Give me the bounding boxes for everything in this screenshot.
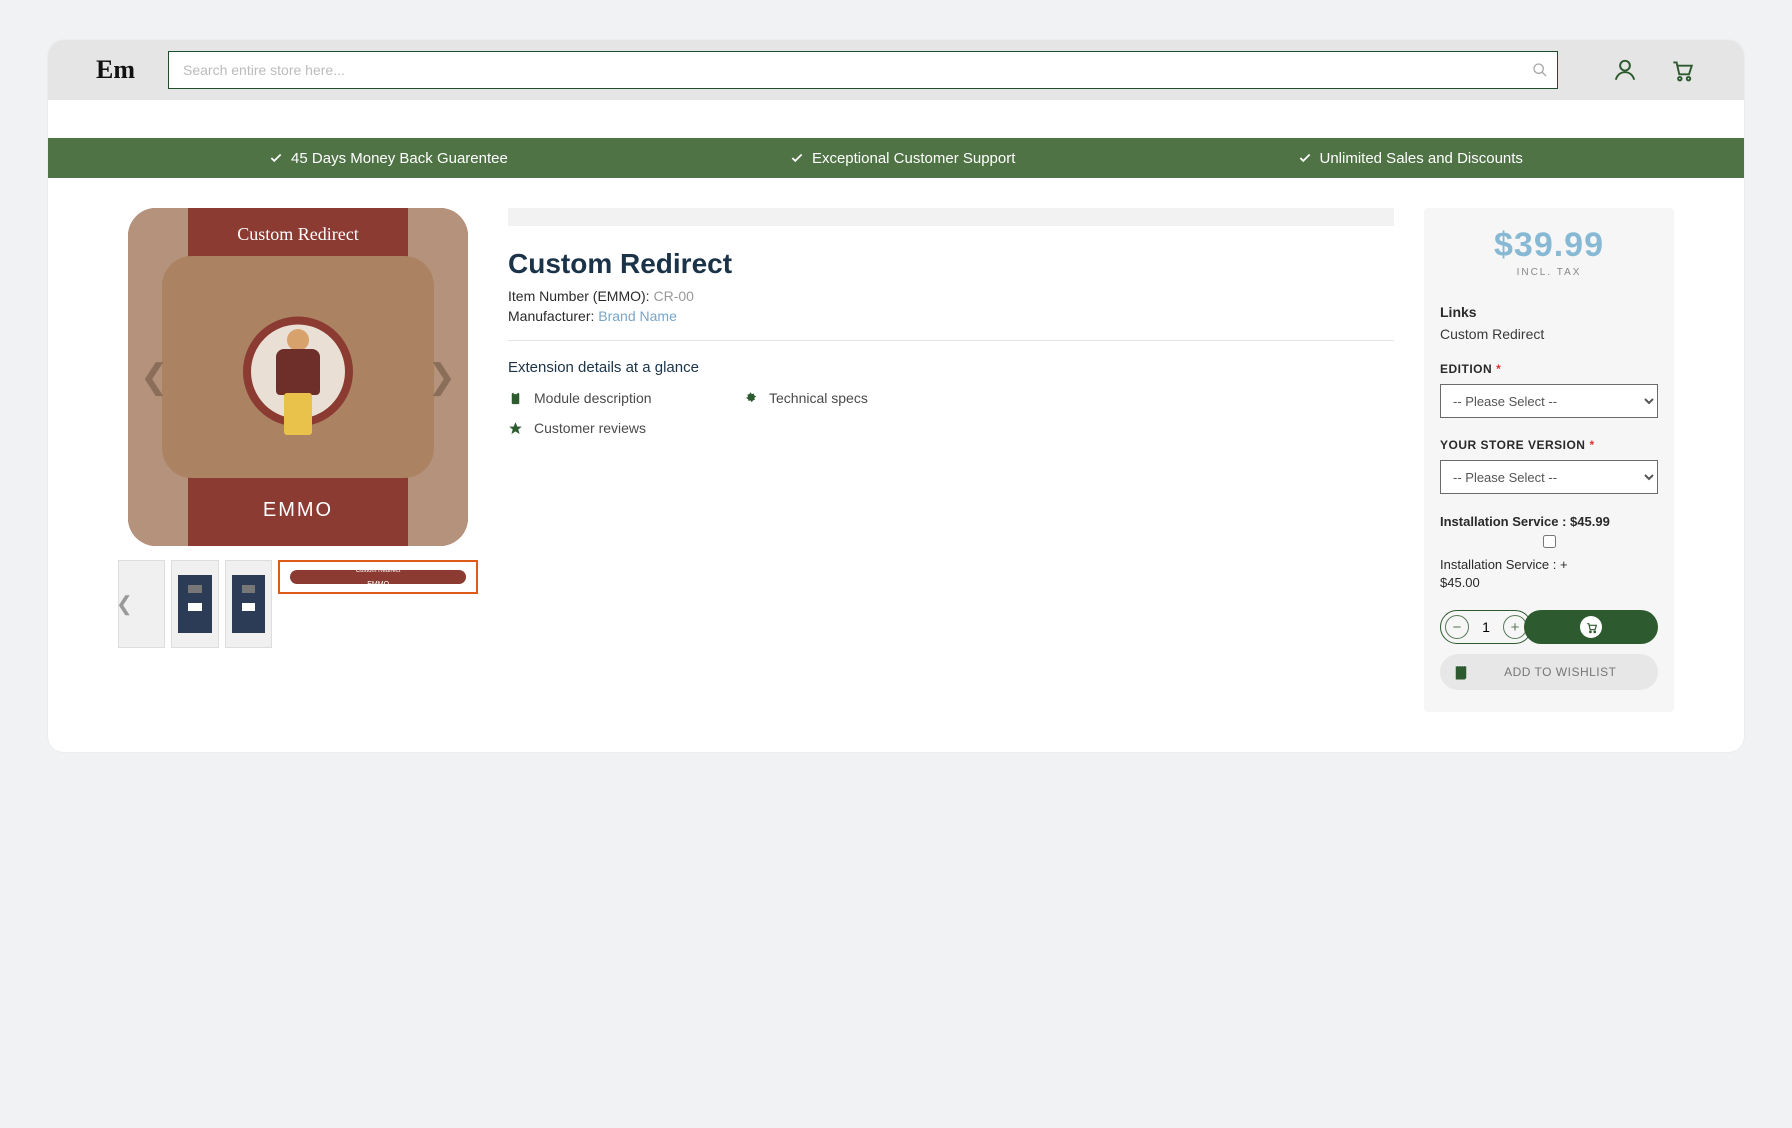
glance-grid: Module description Technical specs Custo… bbox=[508, 390, 948, 436]
search-icon[interactable] bbox=[1532, 62, 1548, 78]
benefit-text: Unlimited Sales and Discounts bbox=[1320, 150, 1523, 167]
item-number: Item Number (EMMO): CR-00 bbox=[508, 288, 1394, 304]
star-icon bbox=[508, 421, 524, 436]
glance-module[interactable]: Module description bbox=[508, 390, 713, 406]
benefit-text: Exceptional Customer Support bbox=[812, 150, 1015, 167]
image-footer-text: EMMO bbox=[128, 499, 468, 522]
glance-tech[interactable]: Technical specs bbox=[743, 390, 948, 406]
check-icon bbox=[269, 151, 283, 165]
benefit-item: Unlimited Sales and Discounts bbox=[1298, 150, 1523, 167]
gallery-prev-icon[interactable]: ❮ bbox=[140, 357, 169, 397]
links-value[interactable]: Custom Redirect bbox=[1440, 326, 1658, 342]
thumbnail-strip: ❮ Custom Redirect EMMO bbox=[118, 560, 478, 648]
links-label: Links bbox=[1440, 304, 1658, 320]
app-window: Em 45 Days Money Back Guarentee Exceptio… bbox=[48, 40, 1744, 752]
wishlist-label: ADD TO WISHLIST bbox=[1504, 665, 1616, 679]
main-content: Custom Redirect EMMO ❮ ❯ ❮ Custom Redire… bbox=[48, 178, 1744, 752]
glance-heading: Extension details at a glance bbox=[508, 359, 1394, 376]
nav-spacer bbox=[48, 100, 1744, 138]
thumbnail[interactable] bbox=[225, 560, 272, 648]
installation-heading: Installation Service : $45.99 bbox=[1440, 514, 1658, 529]
qty-cart-row: − + bbox=[1440, 610, 1658, 644]
thumbnail[interactable] bbox=[171, 560, 218, 648]
qty-minus-button[interactable]: − bbox=[1445, 615, 1469, 639]
info-column: Custom Redirect Item Number (EMMO): CR-0… bbox=[508, 208, 1394, 712]
glance-label: Customer reviews bbox=[534, 420, 646, 436]
store-version-select[interactable]: -- Please Select -- bbox=[1440, 460, 1658, 494]
tax-note: INCL. TAX bbox=[1440, 267, 1658, 278]
glance-label: Module description bbox=[534, 390, 652, 406]
divider bbox=[508, 340, 1394, 341]
search-input[interactable] bbox=[168, 51, 1558, 89]
benefits-bar: 45 Days Money Back Guarentee Exceptional… bbox=[48, 138, 1744, 178]
glance-reviews[interactable]: Customer reviews bbox=[508, 420, 713, 436]
benefit-item: Exceptional Customer Support bbox=[790, 150, 1015, 167]
site-logo: Em bbox=[96, 55, 144, 85]
gallery-next-icon[interactable]: ❯ bbox=[428, 357, 457, 397]
gallery-column: Custom Redirect EMMO ❮ ❯ ❮ Custom Redire… bbox=[118, 208, 478, 712]
check-icon bbox=[790, 151, 804, 165]
thumbnail-selected[interactable]: Custom Redirect EMMO bbox=[278, 560, 478, 594]
clipboard-icon bbox=[508, 391, 524, 406]
benefit-text: 45 Days Money Back Guarentee bbox=[291, 150, 508, 167]
purchase-box: $39.99 INCL. TAX Links Custom Redirect E… bbox=[1424, 208, 1674, 712]
wishlist-icon bbox=[1452, 663, 1474, 681]
add-to-wishlist-button[interactable]: ADD TO WISHLIST bbox=[1440, 654, 1658, 690]
price: $39.99 bbox=[1440, 226, 1658, 265]
benefit-item: 45 Days Money Back Guarentee bbox=[269, 150, 508, 167]
cart-icon[interactable] bbox=[1668, 57, 1696, 83]
image-title-text: Custom Redirect bbox=[128, 224, 468, 245]
product-image-main: Custom Redirect EMMO ❮ ❯ bbox=[128, 208, 468, 546]
header: Em bbox=[48, 40, 1744, 100]
cart-icon bbox=[1580, 616, 1602, 638]
edition-select[interactable]: -- Please Select -- bbox=[1440, 384, 1658, 418]
edition-label: EDITION* bbox=[1440, 362, 1658, 376]
installation-price-text: Installation Service : + $45.00 bbox=[1440, 556, 1658, 592]
grey-bar bbox=[508, 208, 1394, 226]
manufacturer: Manufacturer: Brand Name bbox=[508, 308, 1394, 324]
qty-stepper: − + bbox=[1440, 610, 1532, 644]
thumb-prev-icon[interactable]: ❮ bbox=[116, 592, 133, 617]
account-icon[interactable] bbox=[1612, 57, 1638, 83]
header-icons bbox=[1612, 57, 1696, 83]
glance-label: Technical specs bbox=[769, 390, 868, 406]
qty-input[interactable] bbox=[1469, 619, 1503, 635]
check-icon bbox=[1298, 151, 1312, 165]
search-box bbox=[168, 51, 1558, 89]
product-title: Custom Redirect bbox=[508, 248, 1394, 280]
add-to-cart-button[interactable] bbox=[1524, 610, 1658, 644]
manufacturer-link[interactable]: Brand Name bbox=[598, 308, 677, 324]
installation-checkbox[interactable] bbox=[1543, 535, 1556, 548]
gear-icon bbox=[743, 391, 759, 406]
store-version-label: YOUR STORE VERSION* bbox=[1440, 438, 1658, 452]
